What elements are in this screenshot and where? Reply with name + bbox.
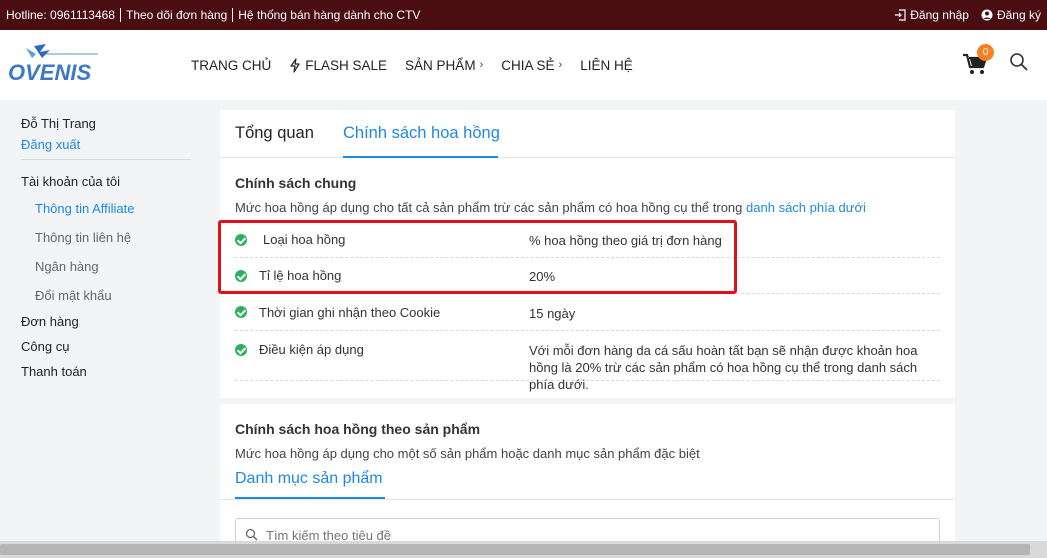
ovenis-logo[interactable]: OVENIS xyxy=(6,42,98,88)
sidebar-item-change-password[interactable]: Đổi mật khẩu xyxy=(35,288,112,303)
login-icon xyxy=(895,9,906,21)
nav-flash-sale-label: FLASH SALE xyxy=(305,57,388,73)
nav-products-label: SẢN PHẨM xyxy=(405,57,476,73)
logo-text: OVENIS xyxy=(8,60,91,85)
sidebar-item-payment[interactable]: Thanh toán xyxy=(21,364,87,379)
sidebar-divider xyxy=(21,159,191,160)
sidebar-item-orders[interactable]: Đơn hàng xyxy=(21,314,79,329)
policy-row-commission-rate: Tỉ lệ hoa hồng 20% xyxy=(235,258,940,294)
general-policy-desc-text: Mức hoa hồng áp dụng cho tất cả sản phẩm… xyxy=(235,200,743,215)
user-icon xyxy=(981,9,993,21)
policy-row-value: 20% xyxy=(529,269,556,284)
nav-products[interactable]: SẢN PHẨM › xyxy=(405,58,483,73)
track-order-link[interactable]: Theo dõi đơn hàng xyxy=(121,8,234,22)
policy-row-cookie-duration: Thời gian ghi nhận theo Cookie 15 ngày xyxy=(235,294,940,331)
nav-contact[interactable]: LIÊN HỆ xyxy=(580,58,633,73)
nav-share[interactable]: CHIA SẺ › xyxy=(501,58,562,73)
main-nav: TRANG CHỦ FLASH SALE SẢN PHẨM › CHIA SẺ › … xyxy=(191,30,633,100)
check-circle-icon xyxy=(235,306,247,318)
account-sidebar: Đỗ Thị Trang Đăng xuất Tài khoản của tôi… xyxy=(0,100,210,558)
check-circle-icon xyxy=(235,234,247,246)
policy-row-value: % hoa hồng theo giá trị đơn hàng xyxy=(529,233,722,248)
main-panel: Tổng quan Chính sách hoa hồng Chính sách… xyxy=(220,110,955,558)
lightning-icon xyxy=(290,57,300,73)
hotline-text: Hotline: 0961113468 xyxy=(6,8,121,22)
tab-overview[interactable]: Tổng quan xyxy=(235,124,314,143)
sidebar-item-bank[interactable]: Ngân hàng xyxy=(35,259,99,274)
register-label: Đăng ký xyxy=(996,8,1041,22)
tab-product-categories[interactable]: Danh mục sản phẩm xyxy=(235,470,383,488)
chevron-right-icon: › xyxy=(558,59,563,71)
nav-home[interactable]: TRANG CHỦ xyxy=(191,58,271,73)
tab-bar: Tổng quan Chính sách hoa hồng xyxy=(220,110,955,158)
policy-row-value: 15 ngày xyxy=(529,306,576,321)
nav-home-label: TRANG CHỦ xyxy=(191,57,272,73)
general-policy-title: Chính sách chung xyxy=(235,175,357,191)
tab-divider xyxy=(220,499,955,500)
register-link[interactable]: Đăng ký xyxy=(981,8,1041,22)
chevron-right-icon: › xyxy=(479,59,484,71)
policy-row-label: Thời gian ghi nhận theo Cookie xyxy=(259,305,441,320)
user-name: Đỗ Thị Trang xyxy=(21,116,96,131)
top-bar: Hotline: 0961113468 Theo dõi đơn hàng Hệ… xyxy=(0,0,1047,30)
policy-row-label: Điều kiện áp dụng xyxy=(259,342,364,357)
policy-row-label: Loại hoa hồng xyxy=(263,232,346,247)
active-tab-indicator xyxy=(343,156,498,158)
product-policy-desc: Mức hoa hồng áp dụng cho một số sản phẩm… xyxy=(235,446,700,461)
check-circle-icon xyxy=(235,270,247,282)
login-label: Đăng nhập xyxy=(910,8,969,22)
sidebar-item-tools[interactable]: Công cụ xyxy=(21,339,69,354)
general-policy-card: Tổng quan Chính sách hoa hồng Chính sách… xyxy=(220,110,955,398)
product-list-link[interactable]: danh sách phía dưới xyxy=(746,200,866,215)
cart-count-badge: 0 xyxy=(977,44,994,61)
check-circle-icon xyxy=(235,344,247,356)
search-icon[interactable] xyxy=(1009,52,1029,72)
search-icon xyxy=(245,528,258,541)
product-policy-card: Chính sách hoa hồng theo sản phẩm Mức ho… xyxy=(220,404,955,558)
general-policy-desc: Mức hoa hồng áp dụng cho tất cả sản phẩm… xyxy=(235,200,866,215)
nav-flash-sale[interactable]: FLASH SALE xyxy=(289,58,387,73)
nav-contact-label: LIÊN HỆ xyxy=(580,57,633,73)
tab-commission-policy[interactable]: Chính sách hoa hồng xyxy=(343,124,500,143)
nav-share-label: CHIA SẺ xyxy=(501,57,555,73)
policy-row-conditions: Điều kiện áp dụng Với mỗi đơn hàng da cá… xyxy=(235,331,940,392)
sidebar-item-contact-info[interactable]: Thông tin liên hệ xyxy=(35,230,131,245)
scrollbar-thumb[interactable] xyxy=(0,544,1030,555)
sidebar-item-my-account[interactable]: Tài khoản của tôi xyxy=(21,174,120,189)
horizontal-scrollbar[interactable] xyxy=(0,541,1047,558)
ctv-system-link[interactable]: Hệ thống bán hàng dành cho CTV xyxy=(233,8,425,22)
policy-row-value: Với mỗi đơn hàng da cá sấu hoàn tất bạn … xyxy=(529,343,918,392)
policy-row-commission-type: Loại hoa hồng % hoa hồng theo giá trị đơ… xyxy=(235,222,940,258)
login-link[interactable]: Đăng nhập xyxy=(894,8,969,22)
product-policy-title: Chính sách hoa hồng theo sản phẩm xyxy=(235,421,481,437)
sidebar-item-affiliate-info[interactable]: Thông tin Affiliate xyxy=(35,201,135,216)
policy-row-label: Tỉ lệ hoa hồng xyxy=(259,268,342,283)
header: OVENIS TRANG CHỦ FLASH SALE SẢN PHẨM › CH… xyxy=(0,30,1047,100)
logout-link[interactable]: Đăng xuất xyxy=(21,137,80,152)
